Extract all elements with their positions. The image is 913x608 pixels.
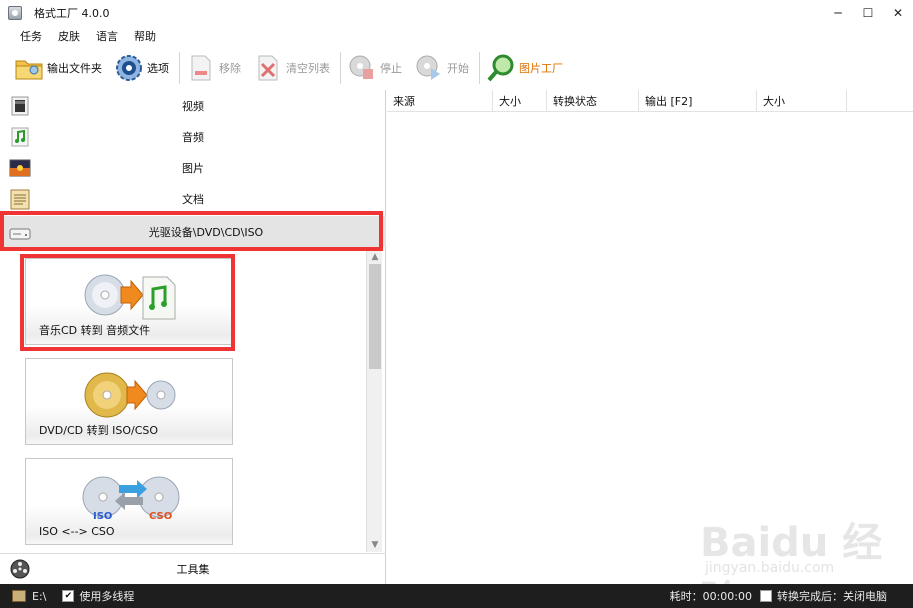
category-optical[interactable]: 光驱设备\DVD\CD\ISO [0,216,386,247]
scroll-up-icon[interactable]: ▲ [367,250,383,264]
column-status[interactable]: 转换状态 [547,90,639,112]
tile-label: ISO <--> CSO [39,525,115,538]
multithread-checkbox[interactable]: ✔ [62,590,75,602]
tile-dvd-cd-to-iso[interactable]: DVD/CD 转到 ISO/CSO [25,358,233,445]
close-button[interactable]: ✕ [883,0,913,26]
toolbar: 输出文件夹 选项 移除 清空列表 停止 开始 图片工厂 [0,47,913,89]
stop-button[interactable]: 停止 [347,53,402,83]
status-right: 耗时：00:00:00 转换完成后：关闭电脑 [670,588,887,604]
category-label: 光驱设备\DVD\CD\ISO [148,225,264,239]
column-size[interactable]: 大小 [493,90,547,112]
options-label: 选项 [147,62,169,75]
cd-to-audio-icon [84,274,176,320]
remove-icon [186,53,216,83]
music-note-icon [9,126,31,148]
window-controls: ─ ☐ ✕ [823,0,913,26]
picture-factory-label: 图片工厂 [519,62,563,75]
output-drive[interactable]: E:\ [32,590,46,603]
toolbar-separator [340,52,341,84]
cso-badge: CSO [149,511,172,522]
remove-label: 移除 [219,62,241,75]
picture-factory-button[interactable]: 图片工厂 [486,53,563,83]
document-icon [9,188,31,210]
clear-list-icon [253,53,283,83]
clear-list-button[interactable]: 清空列表 [253,53,330,83]
table-header: 来源 大小 转换状态 输出 [F2] 大小 [387,90,913,112]
column-output-size[interactable]: 大小 [757,90,847,112]
category-audio[interactable]: 音频 [0,121,386,152]
optical-drive-icon [9,221,31,243]
start-label: 开始 [447,62,469,75]
output-folder-button[interactable]: 输出文件夹 [14,53,102,83]
column-source[interactable]: 来源 [387,90,493,112]
minimize-button[interactable]: ─ [823,0,853,26]
category-label: 视频 [182,99,204,113]
category-video[interactable]: 视频 [0,90,386,121]
app-icon [8,6,22,20]
category-label: 音频 [182,130,204,144]
elapsed-time: 耗时：00:00:00 [669,590,752,603]
task-list: 来源 大小 转换状态 输出 [F2] 大小 [387,90,913,584]
tile-music-cd-to-audio[interactable]: 音乐CD 转到 音频文件 [25,258,233,345]
category-picture[interactable]: 图片 [0,152,386,183]
menu-skin[interactable]: 皮肤 [50,28,88,44]
title-bar: 格式工厂 4.0.0 ─ ☐ ✕ [0,0,913,26]
iso-badge: ISO [93,511,112,522]
film-icon [9,95,31,117]
tile-label: DVD/CD 转到 ISO/CSO [39,424,159,437]
remove-button[interactable]: 移除 [186,53,241,83]
menu-bar: 任务 皮肤 语言 帮助 [0,26,913,46]
clear-list-label: 清空列表 [286,62,330,75]
category-document[interactable]: 文档 [0,183,386,214]
dvd-to-iso-icon [84,372,176,418]
iso-cso-icon: ISO CSO [82,476,180,522]
after-done-checkbox[interactable] [760,590,772,602]
tile-scrollbar[interactable]: ▲ ▼ [366,250,382,552]
category-panel: 视频 音频 图片 文档 光驱设备\DVD\CD\ISO 音乐CD 转到 音频文件… [0,90,386,584]
toolbar-separator [179,52,180,84]
menu-language[interactable]: 语言 [88,28,126,44]
magnifier-icon [486,53,516,83]
drive-icon[interactable] [12,590,26,602]
menu-task[interactable]: 任务 [12,28,50,44]
output-folder-label: 输出文件夹 [47,62,102,75]
start-button[interactable]: 开始 [414,53,469,83]
multithread-label: 使用多线程 [79,590,135,603]
multithread-option[interactable]: ✔ 使用多线程 [62,588,134,604]
toolbar-separator [479,52,480,84]
folder-icon [14,53,44,83]
window-title: 格式工厂 4.0.0 [34,7,110,20]
options-button[interactable]: 选项 [114,53,169,83]
tile-list: 音乐CD 转到 音频文件 DVD/CD 转到 ISO/CSO ISO CSO I… [0,250,386,552]
maximize-button[interactable]: ☐ [853,0,883,26]
column-output[interactable]: 输出 [F2] [639,90,757,112]
category-tools[interactable]: 工具集 [0,553,386,584]
gear-icon [114,53,144,83]
category-label: 工具集 [176,563,210,576]
tile-label: 音乐CD 转到 音频文件 [39,324,151,337]
category-label: 图片 [182,161,204,175]
start-icon [414,53,444,83]
tile-iso-cso[interactable]: ISO CSO ISO <--> CSO [25,458,233,545]
scroll-thumb[interactable] [369,264,381,369]
tools-reel-icon [9,558,31,580]
stop-icon [347,53,377,83]
status-bar: E:\ ✔ 使用多线程 耗时：00:00:00 转换完成后：关闭电脑 [0,584,913,608]
picture-icon [9,157,31,179]
stop-label: 停止 [380,62,402,75]
after-done-label: 转换完成后：关闭电脑 [777,590,887,603]
menu-help[interactable]: 帮助 [126,28,164,44]
scroll-down-icon[interactable]: ▼ [367,538,383,552]
category-label: 文档 [182,192,204,206]
